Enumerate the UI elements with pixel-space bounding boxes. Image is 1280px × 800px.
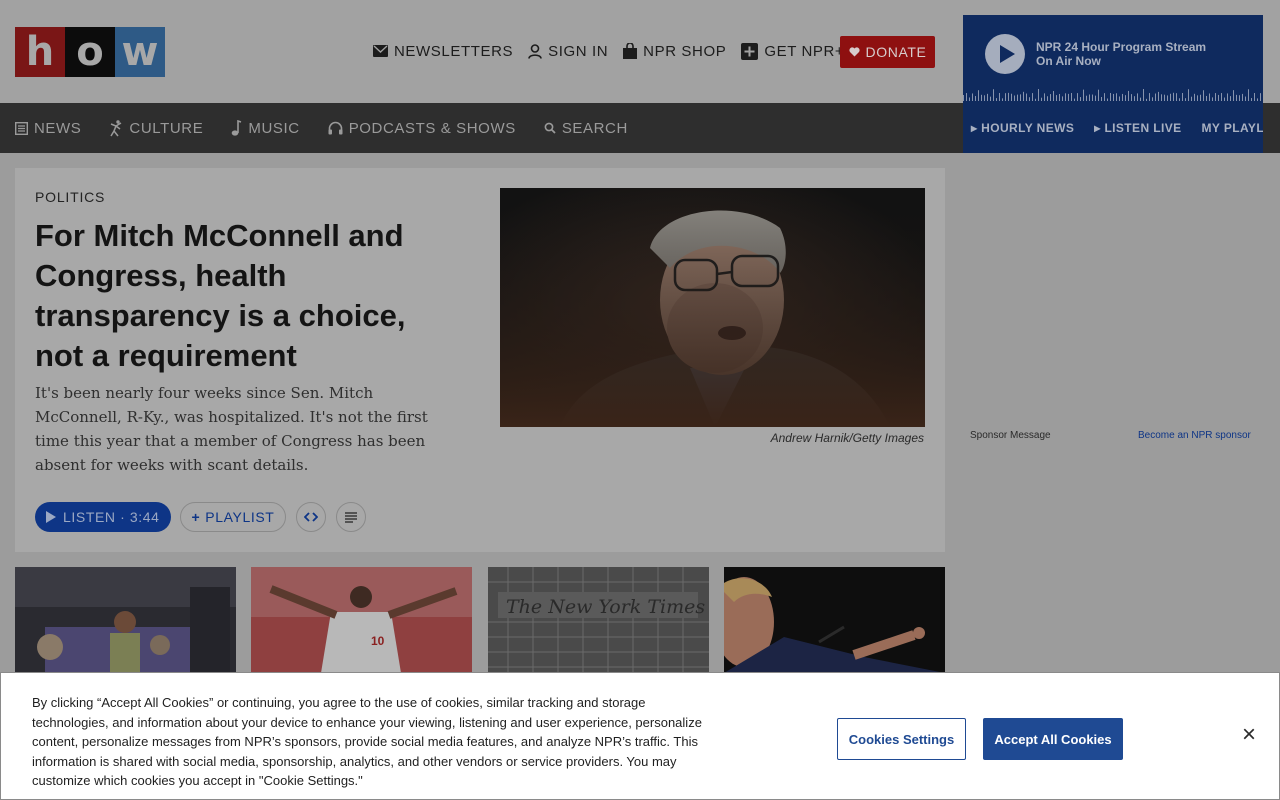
story-thumbnail-4[interactable] [724, 567, 945, 673]
sign-in-label: SIGN IN [548, 42, 609, 60]
listen-label: LISTEN · 3:44 [63, 509, 160, 525]
donate-button[interactable]: DONATE [840, 36, 935, 68]
cookie-consent-text: By clicking “Accept All Cookies” or cont… [32, 695, 702, 788]
building-photo: The New York Times [488, 567, 709, 673]
heart-icon [848, 47, 860, 57]
nav-news[interactable]: NEWS [15, 120, 81, 137]
headphones-icon [328, 121, 343, 135]
envelope-icon [373, 45, 388, 57]
donate-label: DONATE [865, 44, 927, 60]
nav-culture-label: CULTURE [129, 119, 204, 137]
story-actions: LISTEN · 3:44 + PLAYLIST [35, 502, 367, 532]
plus-square-icon [741, 42, 759, 60]
speaker-photo [724, 567, 945, 673]
newspaper-icon [15, 121, 28, 135]
dancer-icon [110, 119, 122, 136]
story-photo[interactable] [500, 188, 925, 427]
logo-letter-o: o [65, 27, 115, 77]
transcript-icon [345, 511, 358, 523]
cookie-consent-banner: By clicking “Accept All Cookies” or cont… [0, 672, 1280, 800]
hourly-news-link[interactable]: ▸ HOURLY NEWS [971, 121, 1084, 135]
cookies-settings-button[interactable]: Cookies Settings [837, 718, 966, 760]
stream-title: NPR 24 Hour Program Stream [1036, 40, 1207, 54]
become-sponsor-link[interactable]: Become an NPR sponsor [1138, 430, 1251, 441]
npr-shop-label: NPR SHOP [643, 42, 727, 60]
waveform-icon [963, 89, 1261, 101]
live-player: NPR 24 Hour Program Stream On Air Now ▸ … [963, 15, 1280, 153]
music-note-icon [232, 120, 242, 136]
lead-story-card: POLITICS For Mitch McConnell and Congres… [15, 168, 945, 552]
player-links: ▸ HOURLY NEWS ▸ LISTEN LIVE MY PLAYLIST [971, 121, 1280, 135]
nav-music[interactable]: MUSIC [231, 120, 299, 137]
section-nav-tail [1263, 103, 1280, 153]
logo-letter-w: w [115, 27, 165, 77]
photo-credit: Andrew Harnik/Getty Images [770, 431, 924, 445]
svg-text:10: 10 [371, 634, 385, 648]
nav-podcasts-label: PODCASTS & SHOWS [348, 119, 516, 137]
svg-text:The New York Times: The New York Times [506, 596, 705, 618]
add-to-playlist-button[interactable]: + PLAYLIST [179, 502, 287, 532]
accept-all-cookies-button[interactable]: Accept All Cookies [983, 718, 1123, 760]
sign-in-link[interactable]: SIGN IN [528, 43, 608, 60]
hourly-news-label: HOURLY NEWS [981, 121, 1075, 135]
code-icon [304, 512, 319, 522]
listen-button[interactable]: LISTEN · 3:44 [35, 502, 171, 532]
story-teaser: It's been nearly four weeks since Sen. M… [35, 384, 428, 474]
nav-music-label: MUSIC [248, 119, 300, 137]
nav-podcasts-shows[interactable]: PODCASTS & SHOWS [328, 120, 516, 137]
play-button[interactable] [985, 34, 1025, 74]
search-icon [544, 122, 556, 134]
logo-letter-h: h [15, 27, 65, 77]
story-kicker[interactable]: POLITICS [35, 189, 105, 205]
embed-button[interactable] [296, 502, 327, 532]
sponsor-message-label: Sponsor Message [970, 430, 1051, 441]
section-nav: NEWS CULTURE MUSIC PODCASTS & SHOWS SEAR… [0, 103, 963, 153]
transcript-button[interactable] [336, 502, 367, 532]
listen-live-link[interactable]: ▸ LISTEN LIVE [1094, 121, 1191, 135]
portrait-illustration [500, 188, 925, 427]
playlist-label: PLAYLIST [205, 509, 275, 525]
shopping-bag-icon [623, 43, 638, 59]
story-thumbnail-2[interactable]: 10 [251, 567, 472, 673]
get-npr-plus-link[interactable]: GET NPR+ [741, 42, 845, 60]
user-icon [528, 43, 542, 59]
nav-search[interactable]: SEARCH [544, 120, 628, 137]
get-npr-plus-label: GET NPR+ [764, 42, 845, 60]
close-icon[interactable]: × [1237, 723, 1261, 747]
story-thumbnail-1[interactable] [15, 567, 236, 673]
story-thumbnail-3[interactable]: The New York Times [488, 567, 709, 673]
train-photo [15, 567, 236, 673]
npr-logo[interactable]: h o w [15, 27, 165, 77]
stream-status: On Air Now [1036, 54, 1101, 68]
plus-icon: + [191, 509, 201, 525]
nav-culture[interactable]: CULTURE [109, 120, 203, 137]
nav-news-label: NEWS [34, 119, 82, 137]
npr-shop-link[interactable]: NPR SHOP [623, 43, 726, 60]
story-headline[interactable]: For Mitch McConnell and Congress, health… [35, 216, 455, 376]
newsletters-link[interactable]: NEWSLETTERS [373, 43, 513, 60]
nav-search-label: SEARCH [561, 119, 628, 137]
top-nav: NEWSLETTERS SIGN IN NPR SHOP GET NPR+ [373, 41, 859, 61]
soccer-photo: 10 [251, 567, 472, 673]
play-icon [46, 511, 56, 523]
newsletters-label: NEWSLETTERS [394, 42, 514, 60]
listen-live-label: LISTEN LIVE [1104, 121, 1182, 135]
